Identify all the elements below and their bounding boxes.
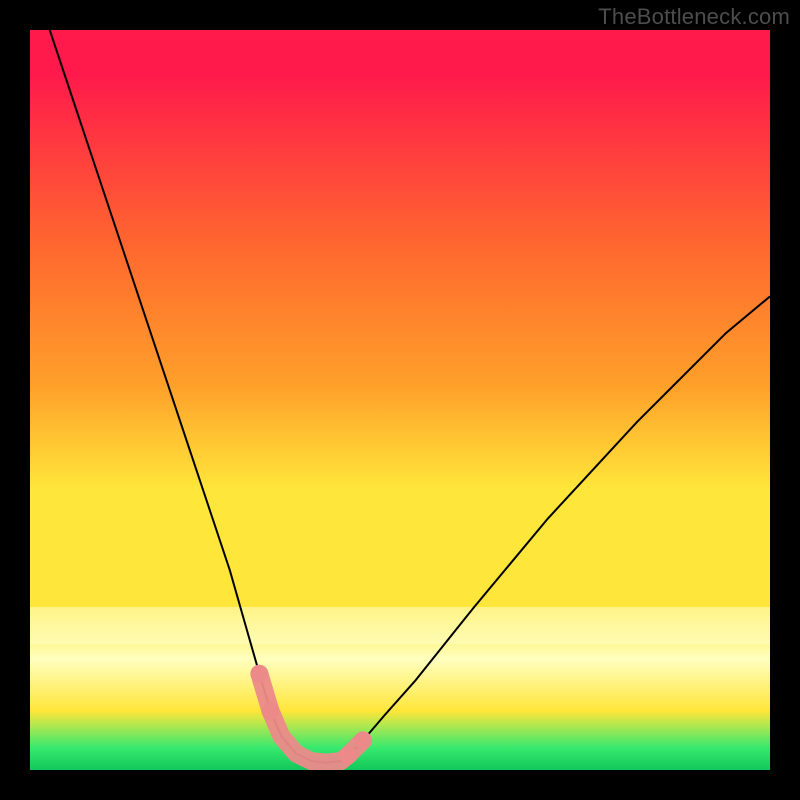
marker-dot xyxy=(354,731,372,749)
marker-dot xyxy=(250,665,268,683)
highlight-marker xyxy=(30,30,770,770)
watermark-text: TheBottleneck.com xyxy=(598,4,790,30)
plot-area xyxy=(30,30,770,770)
marker-dot xyxy=(339,746,357,764)
marker-dot xyxy=(262,702,280,720)
chart-frame: TheBottleneck.com xyxy=(0,0,800,800)
